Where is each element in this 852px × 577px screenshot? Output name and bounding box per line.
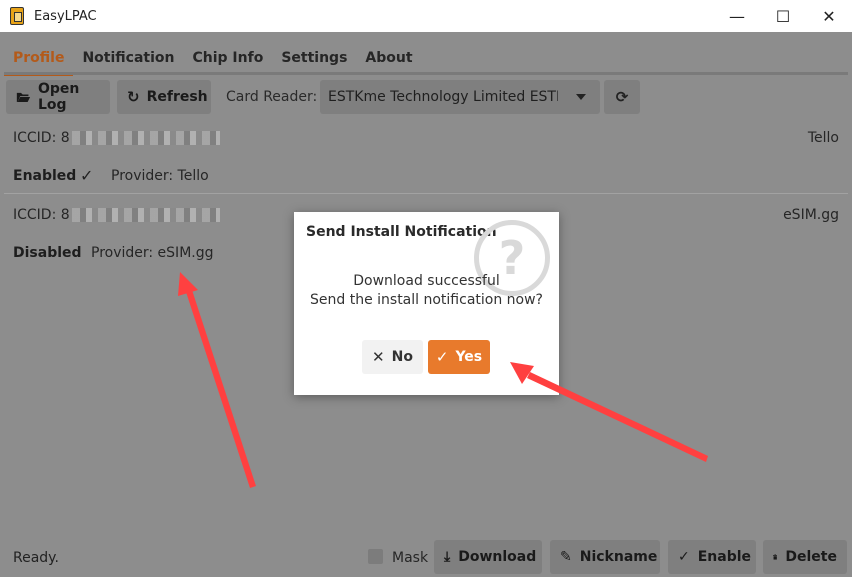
window-controls: — ☐ ✕ xyxy=(714,0,852,32)
profile-name: Tello xyxy=(807,130,839,146)
refresh-button[interactable]: ↻ Refresh xyxy=(117,80,211,114)
mask-label: Mask xyxy=(392,550,429,566)
close-button[interactable]: ✕ xyxy=(806,0,852,32)
dialog-message-line1: Download successful xyxy=(353,273,500,289)
refresh-icon: ↻ xyxy=(127,88,140,106)
profile-state: Disabled xyxy=(13,245,82,261)
mask-checkbox[interactable] xyxy=(368,549,383,564)
download-icon: ⤓ xyxy=(444,549,451,565)
folder-open-icon xyxy=(16,92,31,102)
chevron-down-icon xyxy=(576,94,586,100)
profile-iccid: ICCID: 8 xyxy=(13,207,220,223)
enable-button[interactable]: ✓ Enable xyxy=(668,540,756,574)
profile-state: Enabled xyxy=(13,168,77,184)
delete-button[interactable]: Delete xyxy=(763,540,847,574)
card-reader-value: ESTKme Technology Limited ESTK... xyxy=(328,89,558,105)
window-title: EasyLPAC xyxy=(34,8,97,24)
scan-reader-button[interactable]: ⟳ xyxy=(604,80,640,114)
dialog-message-line2: Send the install notification now? xyxy=(310,292,543,308)
open-log-label: Open Log xyxy=(37,81,80,113)
check-icon: ✓ xyxy=(435,348,449,366)
close-icon: ✕ xyxy=(372,348,385,366)
enabled-check-icon: ✓ xyxy=(80,166,94,185)
profile-iccid: ICCID: 8 xyxy=(13,130,220,146)
open-log-button[interactable]: Open Log xyxy=(6,80,110,114)
profile-provider: Provider: eSIM.gg xyxy=(91,245,214,261)
tab-underline xyxy=(4,72,848,75)
pencil-icon: ✎ xyxy=(560,549,572,565)
profile-name: eSIM.gg xyxy=(783,207,839,223)
tab-bar: Profile Notification Chip Info Settings … xyxy=(4,32,422,76)
card-reader-select[interactable]: ESTKme Technology Limited ESTK... xyxy=(320,80,600,114)
dialog-title: Send Install Notification xyxy=(306,224,497,240)
toolbar: Open Log ↻ Refresh Card Reader: ESTKme T… xyxy=(0,78,852,116)
yes-button[interactable]: ✓ Yes xyxy=(428,340,490,374)
yes-label: Yes xyxy=(455,349,483,365)
no-button[interactable]: ✕ No xyxy=(362,340,423,374)
status-bar: Ready. Mask ⤓ Download ✎ Nickname ✓ Enab… xyxy=(0,536,852,576)
status-text: Ready. xyxy=(13,550,59,566)
nickname-button[interactable]: ✎ Nickname xyxy=(550,540,660,574)
download-button[interactable]: ⤓ Download xyxy=(434,540,542,574)
profile-row-tello[interactable]: ICCID: 8 Tello Enabled ✓ Provider: Tello xyxy=(0,116,852,192)
download-label: Download xyxy=(458,549,537,565)
check-icon: ✓ xyxy=(678,549,690,565)
app-icon xyxy=(10,7,24,25)
scan-refresh-icon: ⟳ xyxy=(615,88,629,106)
delete-label: Delete xyxy=(785,549,837,565)
iccid-redacted xyxy=(71,208,220,222)
no-label: No xyxy=(391,349,413,365)
refresh-label: Refresh xyxy=(146,89,208,105)
profile-provider: Provider: Tello xyxy=(111,168,209,184)
iccid-redacted xyxy=(71,131,220,145)
maximize-button[interactable]: ☐ xyxy=(760,0,806,32)
nickname-label: Nickname xyxy=(579,549,658,565)
install-notification-dialog: Send Install Notification ? Download suc… xyxy=(294,212,559,395)
enable-label: Enable xyxy=(697,549,752,565)
minimize-button[interactable]: — xyxy=(714,0,760,32)
trash-icon xyxy=(773,554,778,560)
card-reader-label: Card Reader: xyxy=(226,89,318,105)
title-bar: EasyLPAC — ☐ ✕ xyxy=(0,0,852,32)
